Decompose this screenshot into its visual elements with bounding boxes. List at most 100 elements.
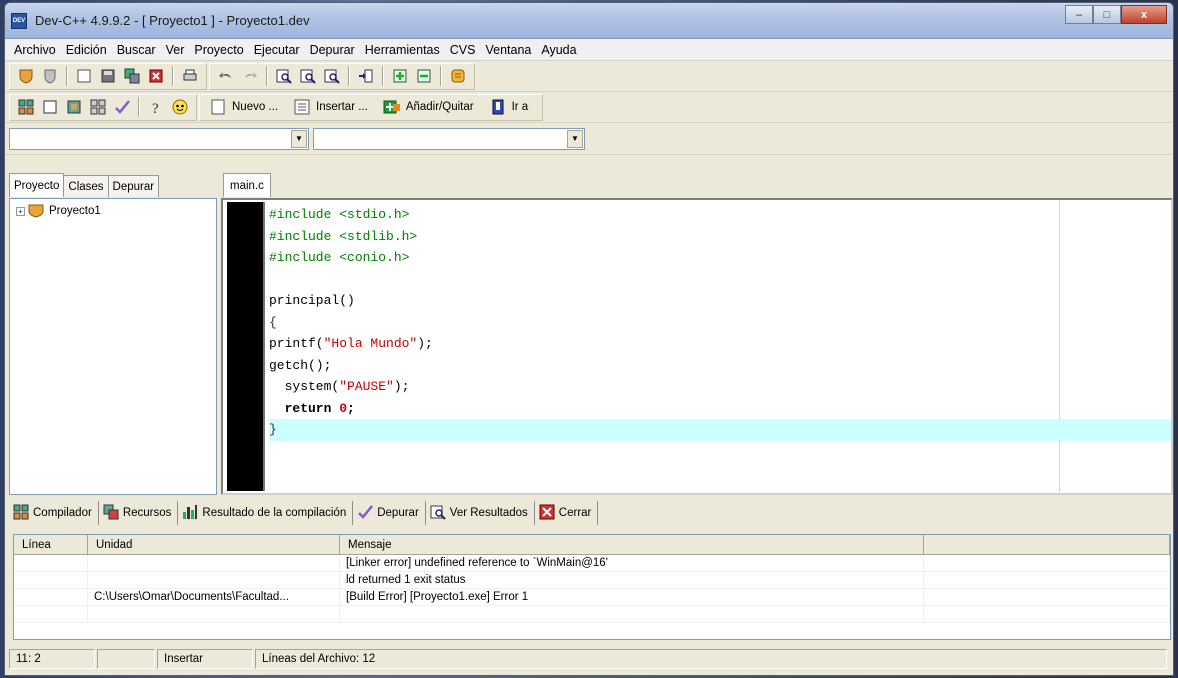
new-icon (208, 97, 228, 117)
project-icon[interactable] (16, 66, 36, 86)
menu-depurar[interactable]: Depurar (305, 43, 360, 57)
tab-main-c[interactable]: main.c (223, 173, 271, 197)
compile-icon[interactable] (16, 97, 36, 117)
devcpp-window: DEV Dev-C++ 4.9.9.2 - [ Proyecto1 ] - Pr… (4, 2, 1174, 676)
tab-cerrar[interactable]: Cerrar (535, 501, 599, 525)
project-toolbar: Nuevo ... Insertar ... Añadir/Quitar Ir … (199, 93, 544, 121)
print-icon[interactable] (180, 66, 200, 86)
debug-check-icon[interactable] (112, 97, 132, 117)
toolbar-separator (382, 66, 384, 86)
menu-proyecto[interactable]: Proyecto (189, 43, 248, 57)
code-area[interactable]: #include <stdio.h> #include <stdlib.h> #… (269, 204, 1171, 441)
menu-edicion[interactable]: Edición (61, 43, 112, 57)
run-icon[interactable] (40, 97, 60, 117)
minimize-button[interactable]: – (1065, 5, 1093, 24)
cell-linea (14, 555, 88, 571)
find-next-icon[interactable] (322, 66, 342, 86)
toolbar-separator (138, 97, 140, 117)
add-remove-button[interactable]: Añadir/Quitar (380, 97, 474, 117)
column-header-mensaje[interactable]: Mensaje (340, 535, 924, 554)
table-row[interactable] (14, 606, 1170, 623)
about-icon[interactable] (170, 97, 190, 117)
replace-icon[interactable] (298, 66, 318, 86)
rebuild-all-icon[interactable] (88, 97, 108, 117)
code-line: #include <stdio.h> (269, 207, 410, 222)
remove-from-project-icon[interactable] (414, 66, 434, 86)
menu-ayuda[interactable]: Ayuda (536, 43, 581, 57)
window-title: Dev-C++ 4.9.9.2 - [ Proyecto1 ] - Proyec… (35, 13, 310, 28)
tab-resultado-compilacion[interactable]: Resultado de la compilación (178, 501, 354, 525)
tree-node-project[interactable]: + Proyecto1 (16, 204, 216, 218)
cell-mensaje: [Build Error] [Proyecto1.exe] Error 1 (340, 589, 924, 605)
tab-depurar-output[interactable]: Depurar (353, 501, 426, 525)
save-all-icon[interactable] (122, 66, 142, 86)
table-row[interactable]: [Linker error] undefined reference to `W… (14, 555, 1170, 572)
menu-buscar[interactable]: Buscar (112, 43, 161, 57)
goto-button[interactable]: Ir a (486, 97, 528, 117)
code-line: printf("Hola Mundo"); (269, 336, 433, 351)
goto-icon (488, 97, 508, 117)
close-button[interactable]: x (1121, 5, 1167, 24)
column-header-linea[interactable]: Línea (14, 535, 88, 554)
status-modified (97, 649, 155, 669)
tab-proyecto[interactable]: Proyecto (9, 173, 65, 197)
insert-button[interactable]: Insertar ... (290, 97, 368, 117)
project-tree: + Proyecto1 (9, 198, 217, 495)
project-options-icon[interactable] (448, 66, 468, 86)
add-to-project-icon[interactable] (390, 66, 410, 86)
debug-check-icon (357, 504, 374, 523)
help-icon[interactable]: ? (146, 97, 166, 117)
column-header-extra[interactable] (924, 535, 1170, 554)
table-row[interactable]: C:\Users\Omar\Documents\Facultad... [Bui… (14, 589, 1170, 606)
gutter-edge (263, 202, 265, 491)
compiler-results: Línea Unidad Mensaje [Linker error] unde… (13, 534, 1171, 640)
code-editor[interactable]: #include <stdio.h> #include <stdlib.h> #… (221, 198, 1173, 495)
class-combo-row: ▼ ▼ (5, 123, 1173, 155)
chevron-down-icon[interactable]: ▼ (567, 129, 583, 148)
goto-line-icon[interactable] (356, 66, 376, 86)
menu-cvs[interactable]: CVS (445, 43, 481, 57)
menu-ver[interactable]: Ver (161, 43, 190, 57)
window-controls: – □ x (1065, 5, 1167, 24)
redo-icon[interactable] (240, 66, 260, 86)
menu-ventana[interactable]: Ventana (480, 43, 536, 57)
tab-depurar[interactable]: Depurar (107, 175, 160, 197)
code-line: system("PAUSE"); (269, 379, 410, 394)
class-select[interactable]: ▼ (9, 127, 309, 150)
secondary-toolbar: ? Nuevo ... Insertar ... Añadir/Quitar I… (5, 92, 1173, 123)
tab-recursos[interactable]: Recursos (99, 501, 179, 525)
expand-icon[interactable]: + (16, 206, 25, 216)
menu-ejecutar[interactable]: Ejecutar (249, 43, 305, 57)
column-header-unidad[interactable]: Unidad (88, 535, 340, 554)
new-button[interactable]: Nuevo ... (206, 97, 278, 117)
devcpp-app-icon: DEV (11, 12, 27, 29)
table-row[interactable]: ld returned 1 exit status (14, 572, 1170, 589)
menu-archivo[interactable]: Archivo (9, 43, 61, 57)
cell-extra (924, 606, 1170, 622)
open-project-icon[interactable] (40, 66, 60, 86)
find-icon[interactable] (274, 66, 294, 86)
toolbar-separator (172, 66, 174, 86)
undo-icon[interactable] (216, 66, 236, 86)
save-icon[interactable] (98, 66, 118, 86)
maximize-button[interactable]: □ (1093, 5, 1121, 24)
tab-compilador[interactable]: Compilador (9, 501, 99, 525)
tab-compilador-label: Compilador (33, 507, 92, 519)
menu-herramientas[interactable]: Herramientas (360, 43, 445, 57)
cell-mensaje: ld returned 1 exit status (340, 572, 924, 588)
code-line: return 0; (269, 400, 355, 416)
title-bar[interactable]: DEV Dev-C++ 4.9.9.2 - [ Proyecto1 ] - Pr… (5, 3, 1173, 39)
compile-run-icon[interactable] (64, 97, 84, 117)
member-select[interactable]: ▼ (313, 127, 585, 150)
svg-text:?: ? (152, 101, 159, 115)
cell-linea (14, 572, 88, 588)
tab-clases[interactable]: Clases (63, 175, 109, 197)
chevron-down-icon[interactable]: ▼ (291, 129, 307, 148)
tree-node-label: Proyecto1 (49, 205, 101, 217)
toolbar-separator (348, 66, 350, 86)
tab-ver-resultados[interactable]: Ver Resultados (426, 501, 535, 525)
cell-linea (14, 589, 88, 605)
new-file-icon[interactable] (74, 66, 94, 86)
close-file-icon[interactable] (146, 66, 166, 86)
cell-unidad: C:\Users\Omar\Documents\Facultad... (88, 589, 340, 605)
